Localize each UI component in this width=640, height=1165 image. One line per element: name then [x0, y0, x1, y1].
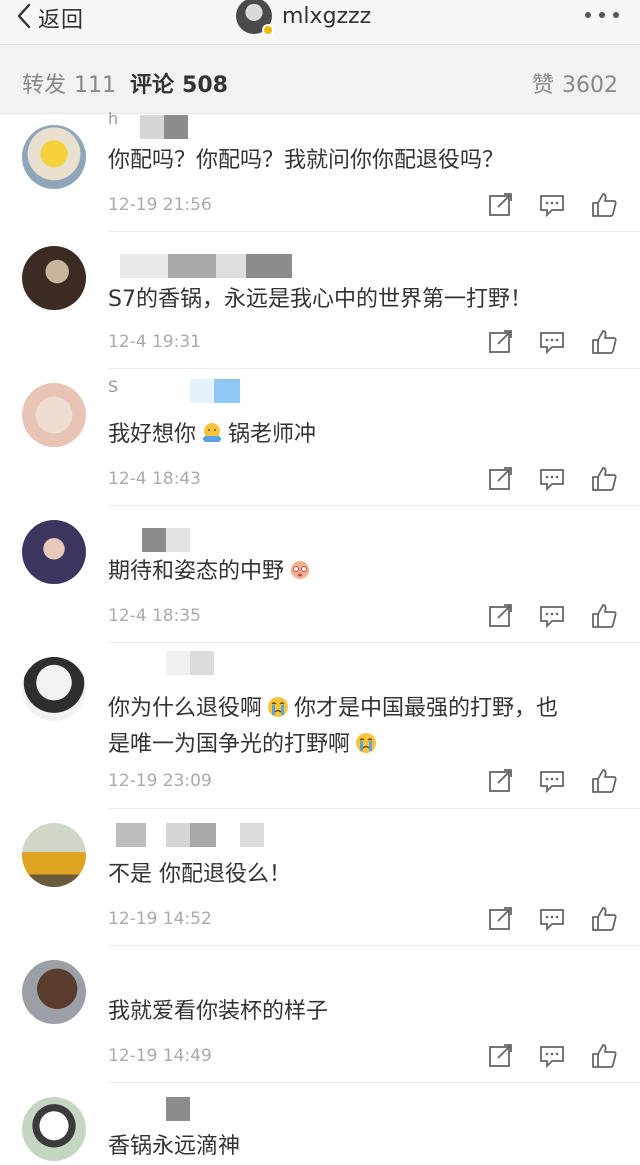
tab-like[interactable]: 赞 3602 — [532, 67, 618, 99]
verified-badge-icon — [262, 24, 274, 36]
avatar[interactable] — [22, 960, 86, 1024]
comment-item: h 你配吗？你配吗？我就问你你配退役吗？ 12-19 21:56 — [0, 109, 640, 232]
comment-icon[interactable] — [538, 905, 566, 933]
like-icon[interactable] — [590, 328, 618, 356]
comment-icon[interactable] — [538, 767, 566, 795]
name-fragment: h — [108, 109, 119, 128]
share-icon[interactable] — [486, 191, 514, 219]
comment-icon[interactable] — [538, 465, 566, 493]
avatar[interactable] — [22, 823, 86, 887]
crying-emoji-icon — [268, 697, 289, 717]
name-fragment: S — [108, 377, 119, 396]
tab-repost[interactable]: 转发 111 — [22, 67, 116, 99]
repost-count: 111 — [74, 73, 117, 98]
repost-label: 转发 — [22, 73, 67, 98]
comment-time: 12-19 23:09 — [108, 771, 212, 791]
comment-text: 我好想你 锅老师冲 — [108, 422, 317, 447]
dizzy-emoji-icon — [291, 561, 310, 579]
comment-text: 期待和姿态的中野 — [108, 554, 618, 590]
comment-label: 评论 — [130, 73, 175, 98]
avatar[interactable] — [22, 125, 86, 189]
like-icon[interactable] — [590, 191, 618, 219]
back-button[interactable]: 返回 — [14, 3, 84, 33]
like-count: 3602 — [562, 73, 618, 98]
comment-text: S7的香锅，永远是我心中的世界第一打野！ — [108, 287, 532, 312]
comment-time: 12-19 21:56 — [108, 195, 212, 215]
comment-item: 不是 你配退役么！ 12-19 14:52 — [0, 809, 640, 946]
hug-emoji-icon — [203, 423, 222, 442]
share-icon[interactable] — [486, 1042, 514, 1070]
comment-text: 你配吗？你配吗？我就问你你配退役吗？ — [108, 148, 505, 173]
comment-item: 你为什么退役啊 你才是中国最强的打野，也 是唯一为国争光的打野啊 12-19 23… — [0, 643, 640, 809]
avatar[interactable] — [22, 657, 86, 721]
comment-time: 12-4 19:31 — [108, 332, 201, 352]
comment-item: 香锅永远滴神 — [0, 1083, 640, 1162]
like-icon[interactable] — [590, 767, 618, 795]
share-icon[interactable] — [486, 905, 514, 933]
comment-icon[interactable] — [538, 1042, 566, 1070]
share-icon[interactable] — [486, 465, 514, 493]
share-icon[interactable] — [486, 602, 514, 630]
comment-item: 期待和姿态的中野 12-4 18:35 — [0, 506, 640, 643]
back-label: 返回 — [38, 8, 85, 33]
comment-text: 香锅永远滴神 — [108, 1134, 241, 1159]
more-dots-icon[interactable] — [582, 4, 622, 24]
chevron-left-icon — [14, 2, 34, 34]
top-nav-bar: 返回 mlxgzzz — [0, 0, 640, 45]
comment-item: 我就爱看你装杯的样子 12-19 14:49 — [0, 946, 640, 1083]
stats-bar: 转发 111 评论 508 赞 3602 — [0, 45, 640, 114]
tab-comment[interactable]: 评论 508 — [130, 67, 228, 99]
comment-time: 12-4 18:35 — [108, 606, 201, 626]
share-icon[interactable] — [486, 328, 514, 356]
profile-header[interactable]: mlxgzzz — [236, 0, 371, 36]
comment-icon[interactable] — [538, 191, 566, 219]
comment-text: 你为什么退役啊 你才是中国最强的打野，也 是唯一为国争光的打野啊 — [108, 696, 559, 757]
like-label: 赞 — [531, 73, 554, 98]
like-icon[interactable] — [590, 1042, 618, 1070]
avatar[interactable] — [22, 1097, 86, 1161]
like-icon[interactable] — [590, 905, 618, 933]
comment-icon[interactable] — [538, 602, 566, 630]
comment-text: 我就爱看你装杯的样子 — [108, 999, 329, 1024]
username[interactable]: mlxgzzz — [282, 4, 371, 29]
comment-icon[interactable] — [538, 328, 566, 356]
crying-emoji-icon — [356, 733, 377, 753]
avatar[interactable] — [22, 383, 86, 447]
avatar[interactable] — [22, 520, 86, 584]
user-avatar[interactable] — [236, 0, 274, 36]
comment-item: S 我好想你 锅老师冲 12-4 18:43 — [0, 369, 640, 506]
comment-time: 12-19 14:49 — [108, 1046, 212, 1066]
share-icon[interactable] — [486, 767, 514, 795]
comment-count: 508 — [182, 73, 228, 98]
comment-time: 12-4 18:43 — [108, 469, 201, 489]
like-icon[interactable] — [590, 465, 618, 493]
avatar[interactable] — [22, 246, 86, 310]
like-icon[interactable] — [590, 602, 618, 630]
comment-time: 12-19 14:52 — [108, 909, 212, 929]
comment-text: 不是 你配退役么！ — [108, 862, 291, 887]
comment-item: S7的香锅，永远是我心中的世界第一打野！ 12-4 19:31 — [0, 232, 640, 369]
